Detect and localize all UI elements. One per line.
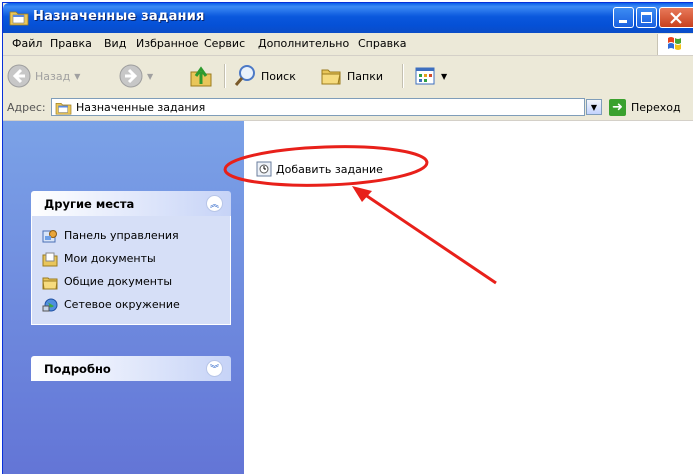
views-button[interactable]: ▼ <box>413 62 447 90</box>
minimize-button[interactable] <box>613 7 634 28</box>
address-bar: Адрес: Назначенные задания ▼ ➜ Переход <box>3 96 693 121</box>
folders-button[interactable]: Папки <box>319 62 383 90</box>
address-value: Назначенные задания <box>76 101 206 114</box>
up-folder-icon <box>190 66 212 87</box>
forward-dropdown-icon[interactable]: ▼ <box>147 72 153 81</box>
other-places-title: Другие места <box>44 197 135 211</box>
add-task-icon <box>256 161 272 177</box>
folders-label: Папки <box>347 69 383 83</box>
go-label: Переход <box>631 101 681 114</box>
toolbar-separator <box>224 64 226 88</box>
chevron-down-icon: ▼ <box>590 102 598 112</box>
task-pane: Другие места ︽ Панель управления Мои док… <box>3 121 244 474</box>
menu-help[interactable]: Справка <box>358 37 406 50</box>
maximize-button[interactable] <box>636 7 657 28</box>
scheduled-tasks-folder-icon <box>55 100 72 118</box>
menu-edit[interactable]: Правка <box>50 37 92 50</box>
scheduled-tasks-folder-icon <box>9 8 29 26</box>
title-bar[interactable]: Назначенные задания <box>3 3 693 33</box>
link-network-places[interactable]: Сетевое окружение <box>32 293 230 316</box>
maximize-icon <box>641 12 652 23</box>
collapse-icon[interactable]: ︽ <box>206 195 223 212</box>
other-places-header[interactable]: Другие места ︽ <box>31 191 231 216</box>
menu-view[interactable]: Вид <box>104 37 126 50</box>
address-input[interactable]: Назначенные задания <box>51 98 585 116</box>
forward-arrow-icon <box>119 64 143 88</box>
shared-documents-icon <box>42 274 58 290</box>
address-label: Адрес: <box>7 101 46 114</box>
back-dropdown-icon[interactable]: ▼ <box>74 72 80 81</box>
search-icon <box>234 65 255 86</box>
menu-advanced[interactable]: Дополнительно <box>258 37 349 50</box>
details-panel: Подробно ︾ <box>31 356 231 381</box>
details-title: Подробно <box>44 362 111 376</box>
menu-bar: Файл Правка Вид Избранное Сервис Дополни… <box>3 33 693 56</box>
network-places-icon <box>42 297 58 313</box>
my-documents-icon <box>42 251 58 267</box>
link-my-documents-label: Мои документы <box>64 252 156 265</box>
minimize-icon <box>619 20 627 23</box>
close-icon <box>670 12 682 24</box>
link-control-panel[interactable]: Панель управления <box>32 224 230 247</box>
toolbar: Назад ▼ ▼ Поиск Папки ▼ <box>3 56 693 97</box>
link-control-panel-label: Панель управления <box>64 229 179 242</box>
content-pane: Добавить задание <box>244 121 693 474</box>
search-label: Поиск <box>261 69 296 83</box>
other-places-body: Панель управления Мои документы Общие до… <box>31 216 231 325</box>
expand-icon[interactable]: ︾ <box>206 360 223 377</box>
views-icon <box>415 67 435 85</box>
other-places-panel: Другие места ︽ Панель управления Мои док… <box>31 191 231 325</box>
folders-icon <box>321 69 341 85</box>
search-button[interactable]: Поиск <box>233 62 296 90</box>
menu-file[interactable]: Файл <box>12 37 42 50</box>
explorer-window: Назначенные задания Файл Правка Вид Избр… <box>2 2 693 474</box>
back-button[interactable]: Назад ▼ <box>7 62 80 90</box>
windows-logo-icon <box>657 34 693 55</box>
link-shared-documents[interactable]: Общие документы <box>32 270 230 293</box>
up-folder-button[interactable] <box>189 62 213 90</box>
link-shared-documents-label: Общие документы <box>64 275 173 288</box>
control-panel-icon <box>42 228 58 244</box>
link-my-documents[interactable]: Мои документы <box>32 247 230 270</box>
go-button[interactable]: ➜ Переход <box>609 99 681 116</box>
window-title: Назначенные задания <box>33 9 205 24</box>
details-header[interactable]: Подробно ︾ <box>31 356 231 381</box>
toolbar-separator <box>402 64 404 88</box>
add-task-label: Добавить задание <box>276 162 383 176</box>
add-task-item[interactable]: Добавить задание <box>256 161 383 177</box>
menu-favorites[interactable]: Избранное <box>136 37 198 50</box>
address-dropdown-button[interactable]: ▼ <box>586 99 602 115</box>
views-dropdown-icon[interactable]: ▼ <box>441 72 447 81</box>
back-arrow-icon <box>7 64 31 88</box>
link-network-places-label: Сетевое окружение <box>64 298 180 311</box>
back-label: Назад <box>35 69 71 83</box>
forward-button[interactable]: ▼ <box>119 62 153 90</box>
menu-tools[interactable]: Сервис <box>204 37 245 50</box>
close-button[interactable] <box>659 7 693 28</box>
go-arrow-icon: ➜ <box>609 99 626 116</box>
